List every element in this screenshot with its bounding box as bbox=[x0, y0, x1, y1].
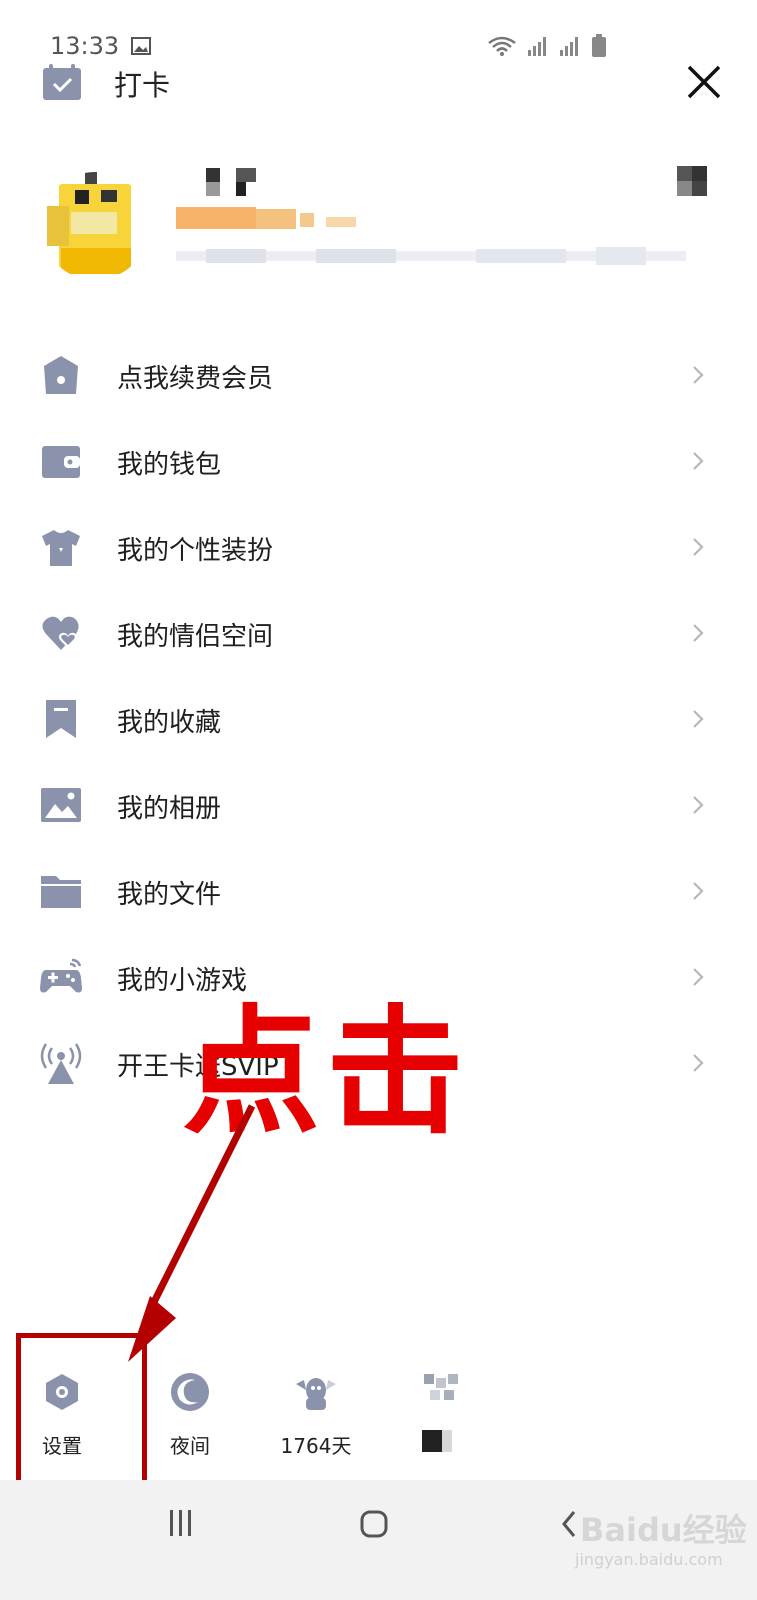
menu-item-couple-space[interactable]: 我的情侣空间 bbox=[0, 590, 757, 676]
blurred-label-image bbox=[422, 1430, 452, 1452]
night-mode-button[interactable]: 夜间 bbox=[140, 1372, 240, 1459]
qq-penguin-icon bbox=[296, 1378, 336, 1410]
menu-label: 我的情侣空间 bbox=[117, 622, 274, 652]
home-icon[interactable] bbox=[360, 1510, 388, 1538]
crown-bag-icon bbox=[44, 356, 78, 394]
menu-label: 我的个性装扮 bbox=[117, 536, 274, 566]
menu-item-decoration[interactable]: 我的个性装扮 bbox=[0, 504, 757, 590]
menu-label: 我的钱包 bbox=[117, 450, 222, 480]
gear-icon bbox=[46, 1374, 78, 1410]
menu-item-album[interactable]: 我的相册 bbox=[0, 762, 757, 848]
chevron-right-icon bbox=[693, 538, 704, 556]
chevron-right-icon bbox=[693, 452, 704, 470]
chevron-right-icon bbox=[693, 882, 704, 900]
blurred-icon bbox=[424, 1374, 458, 1400]
chevron-right-icon bbox=[693, 968, 704, 986]
bookmark-icon bbox=[46, 700, 76, 738]
tshirt-icon bbox=[42, 530, 80, 566]
back-icon[interactable] bbox=[560, 1510, 578, 1538]
menu-item-vip[interactable]: 点我续费会员 bbox=[0, 332, 757, 418]
watermark-url: jingyan.baidu.com bbox=[575, 1550, 723, 1569]
profile-nickname-blur bbox=[206, 168, 256, 196]
settings-label: 设置 bbox=[42, 1434, 82, 1458]
wallet-icon bbox=[42, 446, 80, 478]
broadcast-icon bbox=[40, 1043, 82, 1084]
chevron-right-icon bbox=[693, 796, 704, 814]
blurred-label bbox=[392, 1430, 492, 1457]
recent-apps-icon[interactable] bbox=[168, 1510, 194, 1536]
signal-icon bbox=[560, 37, 578, 56]
moon-icon bbox=[171, 1373, 209, 1411]
image-icon bbox=[131, 37, 151, 55]
folder-icon bbox=[41, 876, 81, 908]
battery-icon bbox=[592, 34, 606, 57]
settings-button[interactable]: 设置 bbox=[12, 1372, 112, 1459]
qq-days-label: 1764天 bbox=[280, 1434, 352, 1458]
gamepad-icon bbox=[40, 958, 82, 993]
night-label: 夜间 bbox=[170, 1434, 210, 1458]
signal-icon bbox=[528, 37, 546, 56]
watermark: Baidu经验 bbox=[580, 1511, 747, 1549]
profile-badge-blur bbox=[176, 207, 356, 229]
menu-label: 我的文件 bbox=[117, 880, 222, 910]
checkin-title[interactable]: 打卡 bbox=[114, 64, 170, 104]
annotation-click-text: 点击 bbox=[182, 992, 471, 1153]
photo-icon bbox=[41, 788, 81, 822]
menu-label: 点我续费会员 bbox=[117, 364, 274, 394]
wifi-icon bbox=[488, 36, 516, 56]
avatar[interactable] bbox=[41, 172, 149, 280]
menu-label: 我的相册 bbox=[117, 794, 222, 824]
menu-item-favorites[interactable]: 我的收藏 bbox=[0, 676, 757, 762]
blurred-item[interactable] bbox=[392, 1372, 492, 1457]
menu-item-wallet[interactable]: 我的钱包 bbox=[0, 418, 757, 504]
status-icons bbox=[487, 34, 607, 58]
qq-days-button[interactable]: 1764天 bbox=[266, 1372, 366, 1459]
chevron-right-icon bbox=[693, 624, 704, 642]
menu-item-files[interactable]: 我的文件 bbox=[0, 848, 757, 934]
menu-label: 我的收藏 bbox=[117, 708, 222, 738]
chevron-right-icon bbox=[693, 710, 704, 728]
avatar-image bbox=[41, 172, 149, 280]
hearts-icon bbox=[42, 616, 79, 650]
close-icon[interactable] bbox=[684, 62, 724, 102]
status-time: 13:33 bbox=[50, 32, 120, 60]
status-bar: 13:33 bbox=[0, 0, 757, 70]
profile-signature-blur bbox=[176, 247, 686, 265]
qrcode-icon[interactable] bbox=[677, 166, 707, 196]
chevron-right-icon bbox=[693, 366, 704, 384]
calendar-check-icon[interactable] bbox=[41, 64, 83, 102]
chevron-right-icon bbox=[693, 1054, 704, 1072]
